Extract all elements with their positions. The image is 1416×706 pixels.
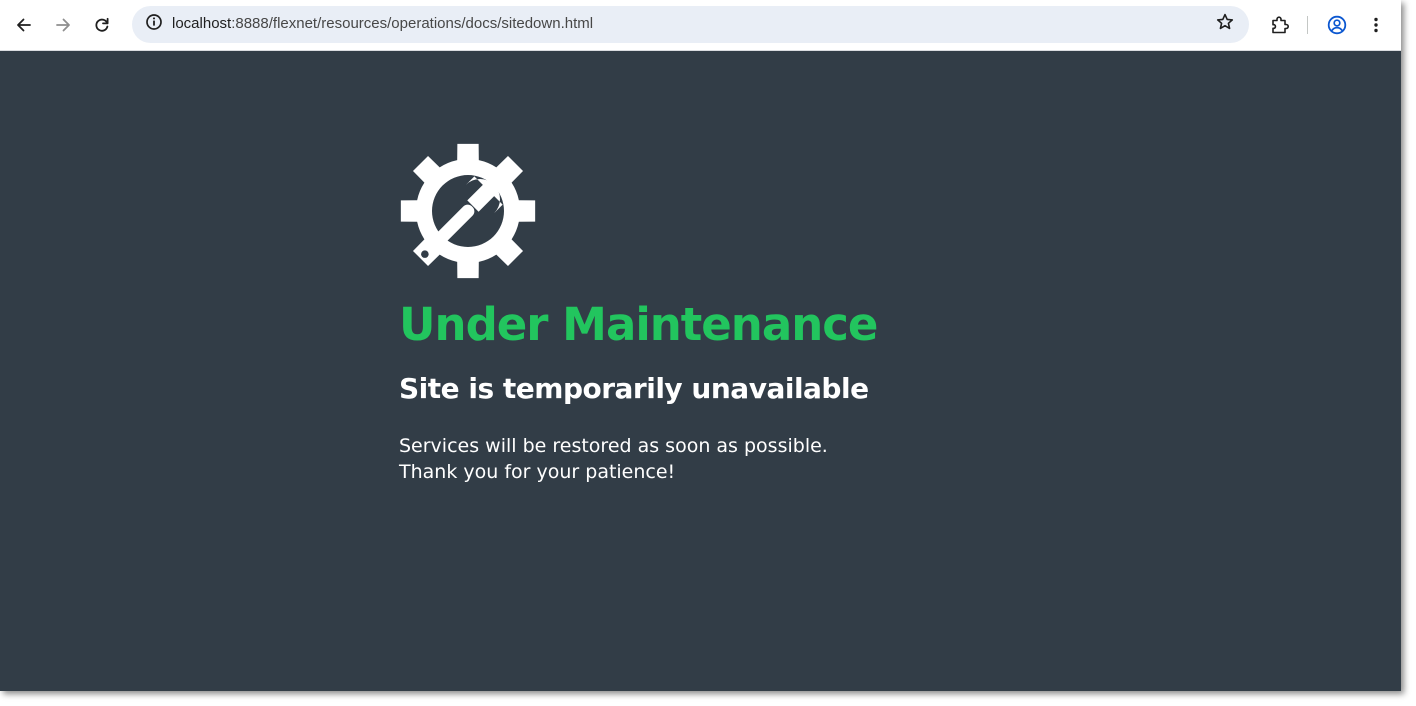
arrow-right-icon [53,15,73,35]
back-button[interactable] [8,9,40,41]
star-icon [1215,12,1235,37]
forward-button[interactable] [47,9,79,41]
arrow-left-icon [14,15,34,35]
page-subtitle: Site is temporarily unavailable [399,372,869,405]
page-content: Under Maintenance Site is temporarily un… [0,51,1401,691]
message-line-2: Thank you for your patience! [399,461,676,483]
page-title: Under Maintenance [399,298,878,351]
more-vertical-icon [1366,15,1386,35]
browser-toolbar: localhost:8888/flexnet/resources/operati… [0,0,1401,51]
reload-button[interactable] [86,9,118,41]
url-path: :8888/flexnet/resources/operations/docs/… [231,15,594,32]
reload-icon [92,15,112,35]
bookmark-button[interactable] [1211,10,1239,38]
menu-button[interactable] [1360,9,1392,41]
account-circle-icon [1326,14,1348,36]
extensions-button[interactable] [1264,9,1296,41]
profile-button[interactable] [1321,9,1353,41]
message-line-1: Services will be restored as soon as pos… [399,435,828,457]
browser-window: localhost:8888/flexnet/resources/operati… [0,0,1401,691]
info-icon [145,13,163,36]
url-text[interactable]: localhost:8888/flexnet/resources/operati… [172,15,593,33]
puzzle-icon [1269,14,1291,36]
address-bar[interactable]: localhost:8888/flexnet/resources/operati… [132,6,1249,43]
site-info-button[interactable] [140,10,168,38]
url-host: localhost [172,15,232,32]
gear-wrench-icon [398,141,538,281]
toolbar-separator [1307,16,1308,34]
